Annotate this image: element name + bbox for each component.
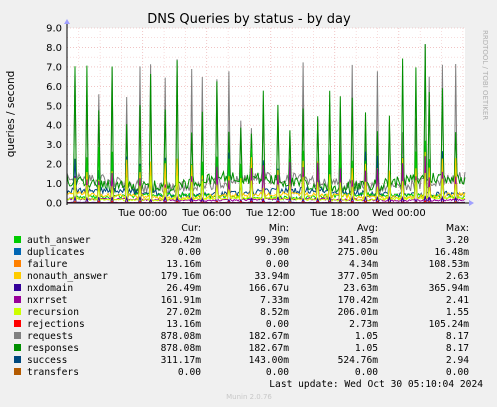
x-tick-label: Tue 06:00 — [181, 208, 231, 219]
x-tick-label: Wed 00:00 — [372, 208, 426, 219]
y-tick-label: 3.0 — [46, 140, 62, 151]
legend-value: 27.02m — [166, 307, 201, 318]
legend-value: 0.00 — [266, 259, 289, 270]
legend-swatch — [14, 272, 21, 279]
legend-swatch — [14, 284, 21, 291]
legend-value: 182.67m — [249, 331, 290, 342]
legend-value: 143.00m — [249, 355, 290, 366]
legend-value: 377.05m — [338, 271, 379, 282]
legend-value: 275.00u — [338, 247, 378, 258]
legend-value: 26.49m — [166, 283, 201, 294]
legend-value: 0.00 — [178, 247, 201, 258]
legend-value: 108.53m — [429, 259, 470, 270]
legend-value: 8.17 — [446, 331, 469, 342]
chart-title: DNS Queries by status - by day — [147, 12, 351, 27]
col-head-cur: Cur: — [181, 223, 201, 234]
legend-swatch — [14, 344, 21, 351]
legend-value: 13.16m — [166, 259, 201, 270]
legend-swatch — [14, 332, 21, 339]
x-tick-labels: Tue 00:00 Tue 06:00 Tue 12:00 Tue 18:00 Wed … — [117, 208, 426, 219]
y-axis-label: queries / second — [5, 71, 17, 158]
legend-value: 0.00 — [355, 367, 378, 378]
legend-swatch — [14, 236, 21, 243]
legend-swatch — [14, 368, 21, 375]
legend-value: 99.39m — [254, 235, 289, 246]
x-tick-label: Tue 12:00 — [245, 208, 295, 219]
y-tick-label: 1.0 — [46, 179, 62, 190]
legend-value: 0.00 — [266, 247, 289, 258]
legend-value: 1.55 — [446, 307, 469, 318]
legend-label: requests — [27, 331, 73, 342]
col-head-avg: Avg: — [357, 223, 378, 234]
y-tick-label: 9.0 — [46, 24, 62, 35]
legend-label: auth_answer — [27, 235, 91, 246]
legend-value: 2.63 — [446, 271, 469, 282]
munin-footer: Munin 2.0.76 — [226, 393, 272, 401]
legend-value: 3.20 — [446, 235, 469, 246]
legend-value: 1.05 — [355, 343, 378, 354]
y-tick-label: 0.0 — [46, 199, 62, 210]
legend-value: 8.17 — [446, 343, 469, 354]
y-tick-label: 5.0 — [46, 101, 62, 112]
legend-value: 0.00 — [178, 367, 201, 378]
chart: DNS Queries by status - by day queries /… — [0, 0, 497, 407]
legend-label: nonauth_answer — [27, 271, 108, 282]
legend-value: 524.76m — [338, 355, 379, 366]
legend-value: 170.42m — [338, 295, 379, 306]
y-tick-label: 8.0 — [46, 43, 62, 54]
legend-label: nxrrset — [27, 295, 67, 306]
legend-value: 13.16m — [166, 319, 201, 330]
legend-value: 0.00 — [266, 367, 289, 378]
legend-label: failure — [27, 259, 68, 270]
legend-swatch — [14, 260, 21, 267]
y-tick-label: 2.0 — [46, 160, 62, 171]
legend-swatch — [14, 308, 21, 315]
legend-value: 0.00 — [266, 319, 289, 330]
legend-value: 878.08m — [161, 331, 202, 342]
legend-value: 4.34m — [349, 259, 378, 270]
legend-value: 33.94m — [254, 271, 289, 282]
legend-value: 2.41 — [446, 295, 469, 306]
legend-value: 206.01m — [338, 307, 379, 318]
y-tick-label: 7.0 — [46, 62, 62, 73]
legend-value: 341.85m — [338, 235, 379, 246]
legend-value: 8.52m — [260, 307, 289, 318]
col-head-max: Max: — [446, 223, 469, 234]
legend-value: 166.67u — [249, 283, 289, 294]
legend-value: 16.48m — [434, 247, 469, 258]
legend-label: responses — [27, 343, 79, 354]
legend-value: 2.94 — [446, 355, 469, 366]
legend-swatch — [14, 296, 21, 303]
legend-value: 179.16m — [161, 271, 202, 282]
legend-value: 1.05 — [355, 331, 378, 342]
legend-value: 365.94m — [429, 283, 470, 294]
legend-value: 182.67m — [249, 343, 290, 354]
legend-value: 320.42m — [161, 235, 202, 246]
legend-swatch — [14, 248, 21, 255]
legend-swatch — [14, 320, 21, 327]
legend-label: recursion — [27, 307, 79, 318]
legend-value: 2.73m — [349, 319, 378, 330]
y-tick-label: 6.0 — [46, 82, 62, 93]
col-head-min: Min: — [269, 223, 289, 234]
y-tick-label: 4.0 — [46, 121, 62, 132]
legend-label: nxdomain — [27, 283, 73, 294]
legend-label: rejections — [27, 319, 85, 330]
legend-value: 0.00 — [446, 367, 469, 378]
last-update: Last update: Wed Oct 30 05:10:04 2024 — [269, 379, 483, 390]
legend-label: transfers — [27, 367, 79, 378]
legend-label: success — [27, 355, 67, 366]
legend-swatch — [14, 356, 21, 363]
legend-label: duplicates — [27, 247, 85, 258]
legend-value: 161.91m — [161, 295, 202, 306]
x-tick-label: Tue 00:00 — [117, 208, 167, 219]
legend-value: 311.17m — [161, 355, 202, 366]
x-tick-label: Tue 18:00 — [309, 208, 359, 219]
legend-value: 7.33m — [260, 295, 289, 306]
legend-value: 23.63m — [343, 283, 378, 294]
legend-value: 878.08m — [161, 343, 202, 354]
rrdtool-watermark: RRDTOOL / TOBI OETIKER — [481, 30, 489, 120]
legend-value: 105.24m — [429, 319, 470, 330]
